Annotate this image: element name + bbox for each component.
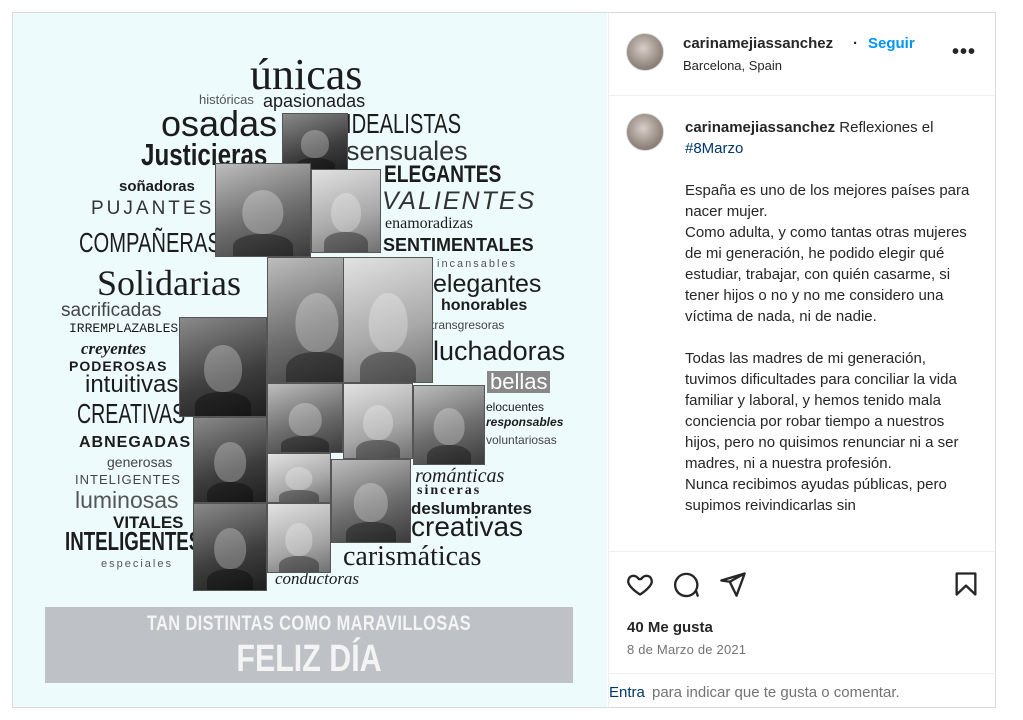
greeting-banner: TAN DISTINTAS COMO MARAVILLOSAS FELIZ DÍ… [45, 607, 573, 683]
caption-username[interactable]: carinamejiassanchez [685, 119, 835, 136]
caption-paragraph: Todas las madres de mi generación, tuvim… [685, 350, 959, 514]
caption-avatar[interactable] [626, 113, 664, 151]
collage-word: INTELIGENTES [75, 472, 181, 487]
collage-word: creativas [411, 511, 524, 542]
likes-count[interactable]: 40 Me gusta [627, 619, 713, 636]
portrait-photo [331, 459, 411, 543]
collage-word: ELEGANTES [384, 161, 502, 188]
collage-word: CREATIVAS [77, 398, 186, 429]
send-icon[interactable] [719, 570, 747, 598]
portrait-photo [267, 453, 331, 503]
collage-word: honorables [441, 297, 528, 314]
collage-word: sacrificadas [61, 300, 162, 321]
collage-word: incansables [437, 258, 518, 270]
caption-area: carinamejiassanchez Reflexiones el #8Mar… [609, 97, 996, 551]
portrait-photo [193, 417, 267, 503]
comment-icon[interactable] [672, 570, 700, 598]
collage-word: carismáticas [343, 541, 482, 572]
caption-paragraph: España es uno de los mejores países para… [685, 182, 970, 325]
comment-bar: Entra para indicar que te gusta o coment… [609, 673, 996, 707]
collage-word: INTELIGENTES [65, 526, 202, 556]
portrait-photo [267, 503, 331, 573]
collage-word: ABNEGADAS [79, 434, 192, 451]
separator-dot: · [853, 35, 858, 52]
collage-word: SENTIMENTALES [383, 235, 534, 255]
collage-word: sinceras [417, 483, 482, 498]
login-link[interactable]: Entra [609, 684, 645, 701]
collage-word: VALIENTES [382, 187, 537, 215]
caption-intro: Reflexiones el [839, 119, 934, 136]
collage-word: IDEALISTAS [346, 108, 462, 139]
banner-line-1: TAN DISTINTAS COMO MARAVILLOSAS [146, 612, 472, 635]
portrait-photo [193, 503, 267, 591]
location-link[interactable]: Barcelona, Spain [683, 58, 782, 73]
collage-word: IRREMPLAZABLES [69, 321, 179, 336]
collage-word: creyentes [81, 339, 147, 358]
collage-word: soñadoras [119, 178, 195, 195]
more-options-button[interactable]: ••• [952, 41, 976, 64]
username-link[interactable]: carinamejiassanchez [683, 35, 833, 52]
collage-word: elocuentes [486, 400, 545, 414]
collage-word: especiales [101, 558, 173, 570]
collage-word: transgresoras [431, 318, 505, 332]
avatar[interactable] [626, 33, 664, 71]
collage-word: PUJANTES [91, 198, 215, 219]
comment-prompt: para indicar que te gusta o comentar. [652, 684, 900, 701]
portrait-photo [267, 383, 343, 453]
portrait-photo [413, 385, 485, 465]
collage-word: elegantes [433, 270, 542, 298]
collage-word: voluntariosas [486, 433, 557, 447]
collage-word: intuitivas [85, 371, 179, 398]
bookmark-icon[interactable] [952, 570, 980, 598]
collage-word: responsables [486, 415, 564, 429]
instagram-post: únicas históricas apasionadas osadas IDE… [12, 12, 996, 708]
collage-word: bellas [487, 371, 551, 393]
portrait-photo [343, 383, 413, 459]
follow-button[interactable]: Seguir [868, 35, 915, 52]
post-header: carinamejiassanchez · Seguir Barcelona, … [609, 13, 996, 96]
portrait-photo [311, 169, 381, 253]
portrait-photo [343, 257, 433, 383]
collage-word: COMPAÑERAS [79, 227, 221, 258]
post-image[interactable]: únicas históricas apasionadas osadas IDE… [13, 13, 607, 707]
collage-word: luminosas [75, 487, 179, 513]
collage-word: luchadoras [433, 336, 566, 366]
collage-word: generosas [107, 454, 173, 470]
post-side-panel: carinamejiassanchez · Seguir Barcelona, … [608, 13, 996, 707]
collage-word: Solidarias [97, 263, 241, 303]
portrait-photo [179, 317, 267, 417]
heart-icon[interactable] [626, 570, 654, 598]
post-date: 8 de Marzo de 2021 [627, 642, 747, 657]
banner-line-2: FELIZ DÍA [236, 638, 382, 680]
action-bar: 40 Me gusta 8 de Marzo de 2021 [609, 551, 996, 673]
caption-text: carinamejiassanchez Reflexiones el #8Mar… [685, 117, 975, 516]
collage-word: enamoradizas [385, 215, 473, 232]
portrait-photo [215, 163, 311, 257]
hashtag-link[interactable]: #8Marzo [685, 140, 743, 157]
